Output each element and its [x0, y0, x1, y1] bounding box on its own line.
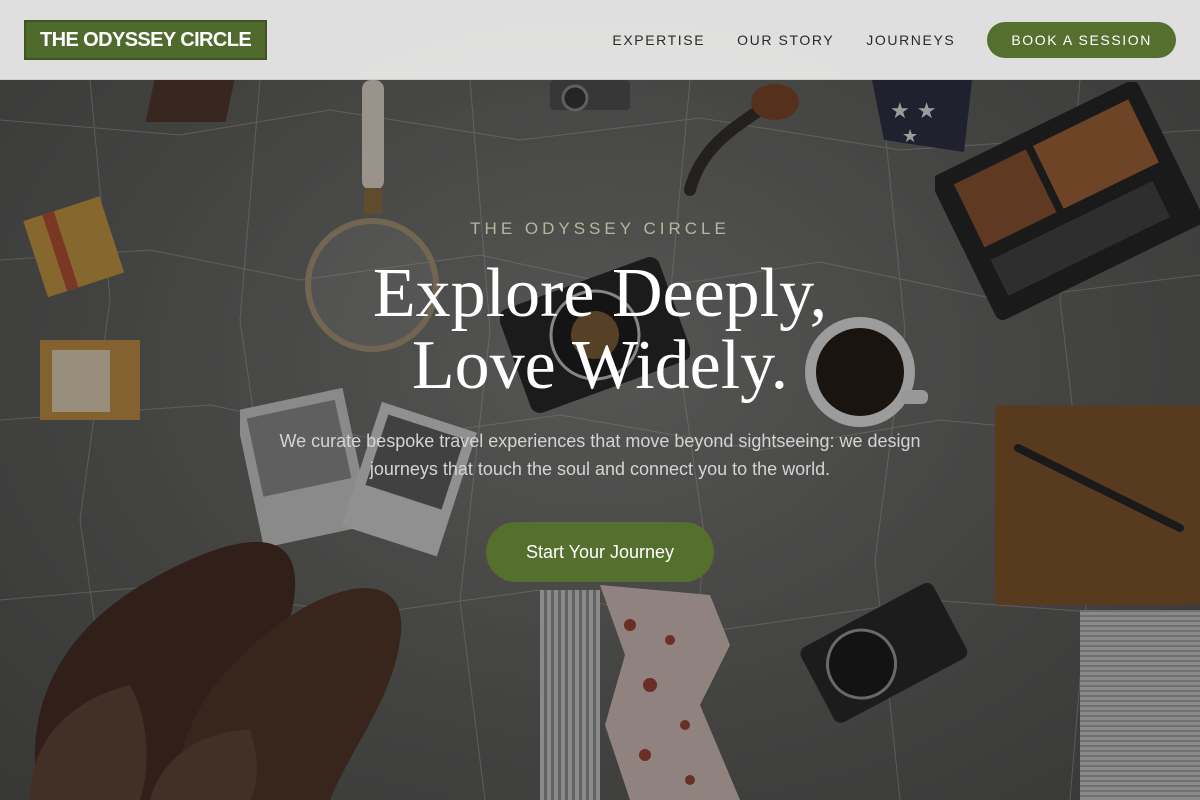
landing-page: ★ ★ ★ THE ODYSSEY CIRCLE EXPERTISE OUR S…	[0, 0, 1200, 800]
logo-link[interactable]: THE ODYSSEY CIRCLE	[24, 19, 268, 60]
headline-line-2: Love Widely.	[411, 327, 789, 404]
site-header: THE ODYSSEY CIRCLE EXPERTISE OUR STORY J…	[0, 0, 1200, 80]
nav-link-journeys[interactable]: JOURNEYS	[866, 32, 955, 48]
hero-eyebrow: THE ODYSSEY CIRCLE	[470, 219, 730, 238]
main-nav: EXPERTISE OUR STORY JOURNEYS BOOK A SESS…	[580, 21, 1176, 58]
start-journey-button[interactable]: Start Your Journey	[486, 522, 714, 582]
book-session-button[interactable]: BOOK A SESSION	[987, 21, 1176, 58]
hero-subtext: We curate bespoke travel experiences tha…	[279, 431, 921, 479]
headline-line-1: Explore Deeply,	[372, 255, 828, 332]
nav-link-our-story[interactable]: OUR STORY	[737, 32, 834, 48]
hero-section: THE ODYSSEY CIRCLE Explore Deeply, Love …	[0, 0, 1200, 800]
hero-headline: Explore Deeply, Love Widely.	[0, 258, 1200, 402]
nav-link-expertise[interactable]: EXPERTISE	[612, 32, 705, 48]
